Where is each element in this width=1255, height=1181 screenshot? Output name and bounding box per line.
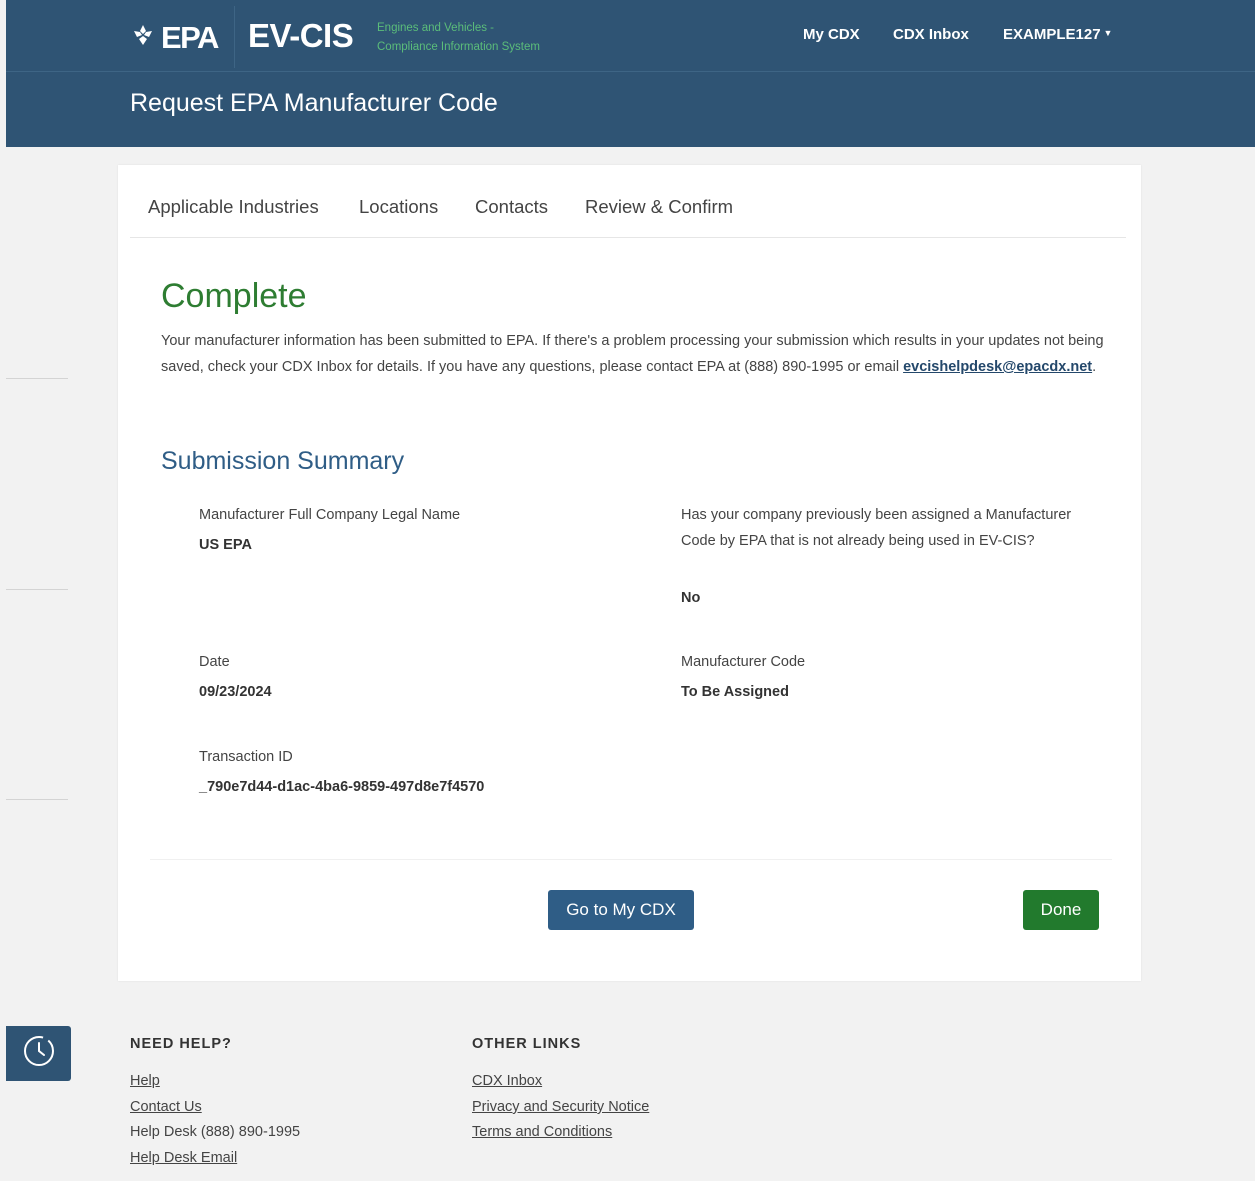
app-subtitle: Engines and Vehicles - Compliance Inform… <box>377 19 540 57</box>
footer-contact-us-link[interactable]: Contact Us <box>130 1099 202 1115</box>
company-name-label: Manufacturer Full Company Legal Name <box>199 507 461 523</box>
footer-cdx-inbox-link[interactable]: CDX Inbox <box>472 1073 542 1089</box>
tab-applicable-industries[interactable]: Applicable Industries <box>148 196 319 218</box>
summary-title: Submission Summary <box>161 447 405 475</box>
epa-logo[interactable]: EPA <box>130 18 219 58</box>
epa-flower-icon <box>130 23 156 54</box>
nav-cdx-inbox[interactable]: CDX Inbox <box>893 26 969 43</box>
intro-end: . <box>1092 359 1097 375</box>
wizard-tabs: Applicable Industries Locations Contacts… <box>130 165 1126 238</box>
page-title: Request EPA Manufacturer Code <box>130 89 498 117</box>
app-subtitle-line2: Compliance Information System <box>377 41 540 53</box>
help-email-link[interactable]: evcishelpdesk@epacdx.net <box>903 359 1092 375</box>
transaction-id-value: _790e7d44-d1ac-4ba6-9859-497d8e7f4570 <box>199 779 485 795</box>
footer-other-links-heading: OTHER LINKS <box>472 1036 582 1052</box>
footer-need-help-heading: NEED HELP? <box>130 1036 232 1052</box>
nav-my-cdx[interactable]: My CDX <box>803 26 860 43</box>
intro-paragraph: Your manufacturer information has been s… <box>161 328 1111 380</box>
footer-privacy-link[interactable]: Privacy and Security Notice <box>472 1099 649 1115</box>
session-timer-button[interactable] <box>6 1026 71 1081</box>
app-logo[interactable]: EV-CIS <box>248 17 354 55</box>
status-title: Complete <box>161 277 307 315</box>
side-divider <box>6 799 68 800</box>
done-button[interactable]: Done <box>1023 890 1099 930</box>
company-name-value: US EPA <box>199 537 252 553</box>
caret-down-icon: ▼ <box>1103 28 1113 38</box>
go-to-my-cdx-button[interactable]: Go to My CDX <box>548 890 694 930</box>
tab-locations[interactable]: Locations <box>359 196 438 218</box>
prev-assigned-label: Has your company previously been assigne… <box>681 507 1072 549</box>
date-value: 09/23/2024 <box>199 684 272 700</box>
side-divider <box>6 378 68 379</box>
user-menu-label: EXAMPLE127 <box>1003 26 1101 43</box>
card-divider <box>150 859 1112 860</box>
clock-icon <box>22 1034 56 1073</box>
footer-help-desk-email-link[interactable]: Help Desk Email <box>130 1150 237 1166</box>
transaction-id-label: Transaction ID <box>199 749 293 765</box>
date-label: Date <box>199 654 230 670</box>
epa-logo-text: EPA <box>161 20 219 55</box>
footer-help-link[interactable]: Help <box>130 1073 160 1089</box>
logo-divider <box>234 6 235 68</box>
mfr-code-label: Manufacturer Code <box>681 654 806 670</box>
side-divider <box>6 589 68 590</box>
prev-assigned-value: No <box>681 590 701 606</box>
site-header: EPA EV-CIS Engines and Vehicles - Compli… <box>6 0 1255 147</box>
main-card: Applicable Industries Locations Contacts… <box>118 165 1141 981</box>
footer-terms-link[interactable]: Terms and Conditions <box>472 1124 612 1140</box>
app-subtitle-line1: Engines and Vehicles - <box>377 22 494 34</box>
footer-help-desk-phone: Help Desk (888) 890-1995 <box>130 1124 301 1140</box>
tab-contacts[interactable]: Contacts <box>475 196 548 218</box>
tab-review-confirm[interactable]: Review & Confirm <box>585 196 733 218</box>
header-nav-row: EPA EV-CIS Engines and Vehicles - Compli… <box>6 0 1255 72</box>
mfr-code-value: To Be Assigned <box>681 684 789 700</box>
user-menu[interactable]: EXAMPLE127 ▼ <box>1003 26 1112 43</box>
